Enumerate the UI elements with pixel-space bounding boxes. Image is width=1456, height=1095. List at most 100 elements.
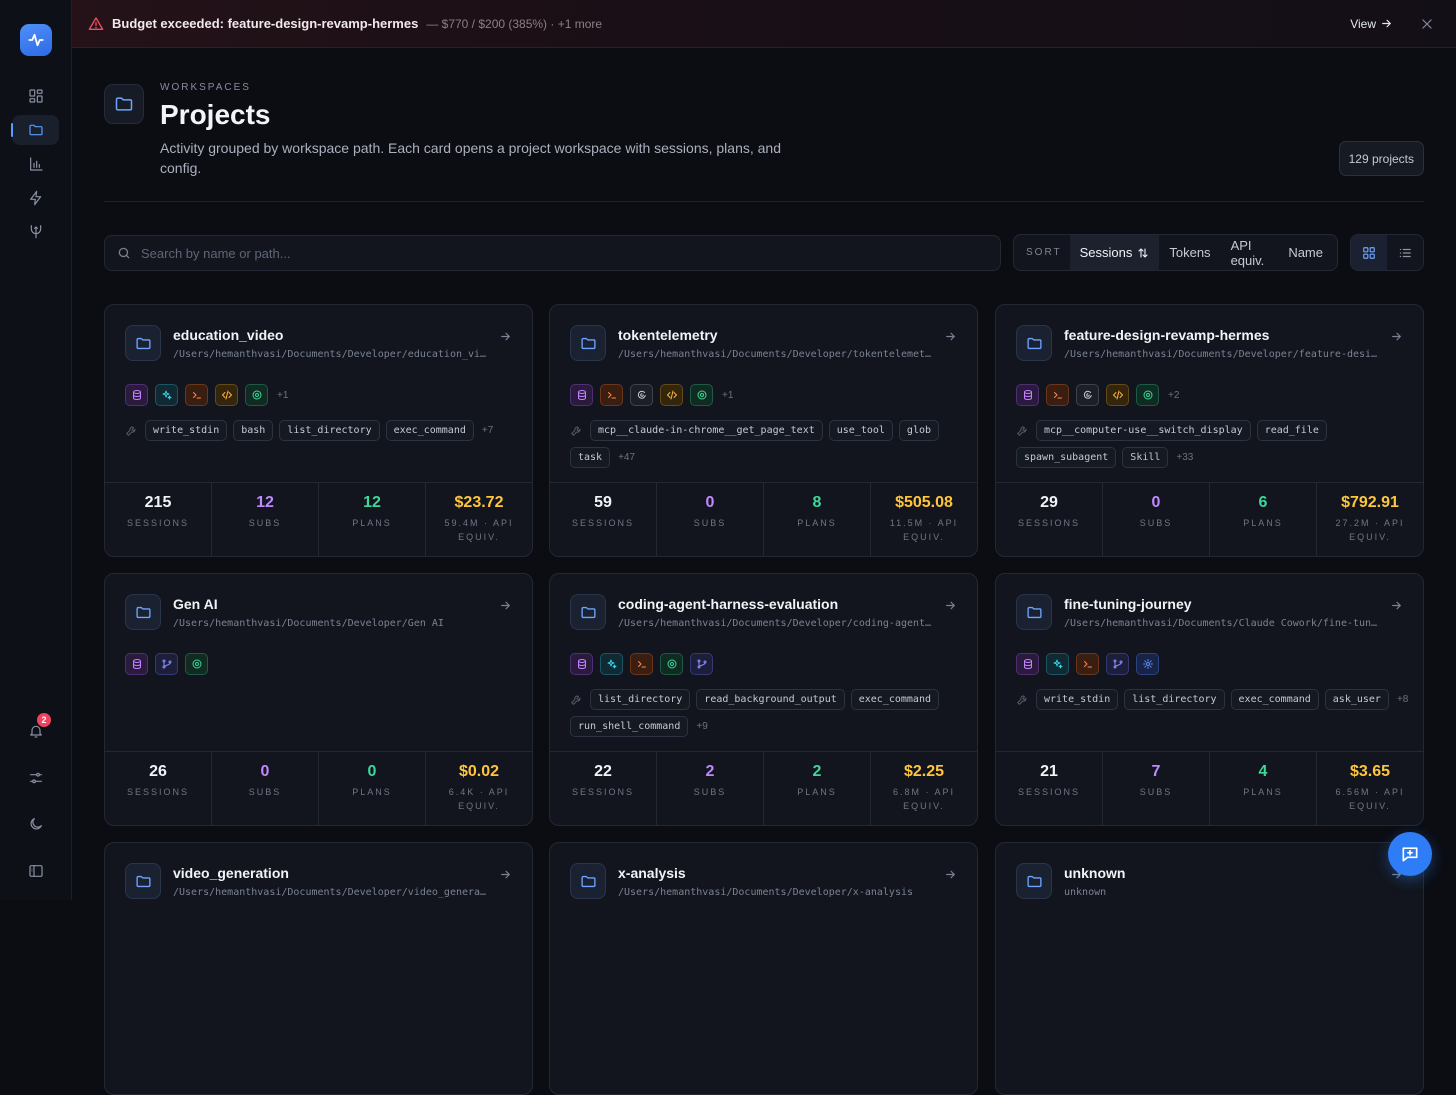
ai-sparkle-icon (1046, 653, 1069, 675)
view-toggle (1350, 234, 1424, 271)
wrench-icon (125, 425, 137, 437)
cog-icon (1136, 653, 1159, 675)
feedback-chat-button[interactable] (1388, 832, 1432, 876)
project-name: tokentelemetry (618, 327, 718, 343)
project-path: /Users/hemanthvasi/Documents/Developer/f… (1064, 349, 1380, 360)
page-folder-icon (104, 84, 144, 124)
sort-option-sessions[interactable]: Sessions (1069, 235, 1160, 270)
nav-notifications[interactable]: 2 (12, 713, 59, 746)
project-card[interactable]: fine-tuning-journey/Users/hemanthvasi/Do… (995, 573, 1424, 826)
open-project-arrow[interactable] (944, 868, 957, 881)
open-project-arrow[interactable] (944, 330, 957, 343)
close-icon (1422, 18, 1432, 29)
nav-analytics[interactable] (12, 149, 59, 179)
sidebar-panel-icon (28, 865, 43, 877)
open-project-arrow[interactable] (1390, 599, 1403, 612)
plans-label: PLANS (797, 787, 837, 797)
list-view-button[interactable] (1387, 235, 1423, 270)
more-tags-count: +7 (481, 425, 494, 436)
more-icons-count: +1 (277, 389, 289, 401)
open-project-arrow[interactable] (944, 599, 957, 612)
grid-icon (1363, 246, 1375, 259)
search-bar[interactable] (104, 235, 1001, 271)
stat-cost: $23.72 59.4M · API EQUIV. (426, 483, 532, 556)
plans-label: PLANS (1243, 787, 1283, 797)
project-card[interactable]: coding-agent-harness-evaluation/Users/he… (549, 573, 978, 826)
sort-option-name[interactable]: Name (1278, 235, 1333, 270)
banner-close-button[interactable] (1420, 17, 1434, 31)
db-icon (125, 653, 148, 675)
terminal-icon (600, 384, 623, 406)
folder-icon (135, 337, 151, 349)
tool-tag: Skill (1122, 447, 1169, 468)
open-project-arrow[interactable] (499, 868, 512, 881)
arrow-right-icon (501, 601, 510, 610)
project-path: /Users/hemanthvasi/Documents/Developer/x… (618, 887, 914, 898)
open-project-arrow[interactable] (499, 599, 512, 612)
tool-tag: bash (233, 420, 274, 441)
banner-view-label: View (1350, 16, 1376, 31)
ring-icon (1076, 384, 1099, 406)
tool-tag: use_tool (828, 420, 893, 441)
project-card[interactable]: Gen AI/Users/hemanthvasi/Documents/Devel… (104, 573, 533, 826)
project-stats: 21 SESSIONS 7 SUBS 4 PLANS $3.65 6.56M · API EQ… (996, 751, 1423, 825)
activity-icon (28, 33, 44, 47)
tool-tag: read_background_output (696, 689, 845, 710)
tool-icon-row: +2 (1016, 384, 1179, 406)
project-card[interactable]: unknown unknown (995, 842, 1424, 1095)
nav-activity[interactable] (12, 183, 59, 213)
nav-dashboard[interactable] (12, 81, 59, 111)
sort-option-api-equiv[interactable]: API equiv. (1221, 235, 1279, 270)
project-card[interactable]: video_generation/Users/hemanthvasi/Docum… (104, 842, 533, 1095)
ai-sparkle-icon (155, 384, 178, 406)
gear-icon (1136, 384, 1159, 406)
nav-projects[interactable] (11, 115, 59, 145)
grid-view-button[interactable] (1351, 235, 1387, 270)
subs-value: 12 (256, 494, 274, 511)
project-name: fine-tuning-journey (1064, 596, 1192, 612)
sort-option-tokens[interactable]: Tokens (1159, 235, 1220, 270)
open-project-arrow[interactable] (499, 330, 512, 343)
cost-label: 6.8M · API EQUIV. (892, 787, 956, 811)
subs-label: SUBS (248, 787, 282, 797)
project-card[interactable]: education_video/Users/hemanthvasi/Docume… (104, 304, 533, 557)
sessions-value: 26 (149, 763, 167, 780)
stat-sessions: 59 SESSIONS (550, 483, 657, 556)
sessions-value: 29 (1040, 494, 1058, 511)
tool-icon-row: +1 (570, 384, 733, 406)
app-logo[interactable] (20, 24, 52, 56)
project-folder-icon (125, 863, 161, 899)
wrench-icon (570, 694, 582, 706)
project-card[interactable]: feature-design-revamp-hermes/Users/heman… (995, 304, 1424, 557)
nav-agents[interactable] (12, 216, 59, 246)
stat-sessions: 215 SESSIONS (105, 483, 212, 556)
banner-view-button[interactable]: View (1350, 17, 1393, 31)
project-folder-icon (125, 325, 161, 361)
page-description: Activity grouped by workspace path. Each… (160, 140, 781, 176)
stat-sessions: 29 SESSIONS (996, 483, 1103, 556)
tool-icon-row (125, 653, 208, 675)
code-icon (1106, 384, 1129, 406)
nav-settings[interactable] (12, 763, 59, 793)
project-card[interactable]: x-analysis/Users/hemanthvasi/Documents/D… (549, 842, 978, 1095)
tool-tag: exec_command (1230, 689, 1319, 710)
sessions-label: SESSIONS (126, 518, 189, 528)
ai-sparkle-icon (600, 653, 623, 675)
sidebar: 2 (0, 0, 72, 900)
tool-tag-list: mcp__computer-use__switch_display read_fi… (1016, 420, 1411, 468)
project-name: coding-agent-harness-evaluation (618, 596, 839, 612)
wrench-icon (1016, 425, 1028, 437)
subs-label: SUBS (693, 518, 727, 528)
nav-theme-toggle[interactable] (12, 809, 59, 839)
nav-collapse-sidebar[interactable] (12, 856, 59, 886)
arrow-right-icon (501, 870, 510, 879)
cost-value: $23.72 (454, 494, 504, 511)
open-project-arrow[interactable] (1390, 330, 1403, 343)
search-input[interactable] (141, 245, 961, 261)
project-stats: 59 SESSIONS 0 SUBS 8 PLANS $505.08 11.5M · API … (550, 482, 977, 556)
gear-icon (185, 653, 208, 675)
git-icon (155, 653, 178, 675)
project-card[interactable]: tokentelemetry/Users/hemanthvasi/Documen… (549, 304, 978, 557)
stat-cost: $0.02 6.4K · API EQUIV. (426, 752, 532, 825)
stat-subs: 2 SUBS (657, 752, 764, 825)
